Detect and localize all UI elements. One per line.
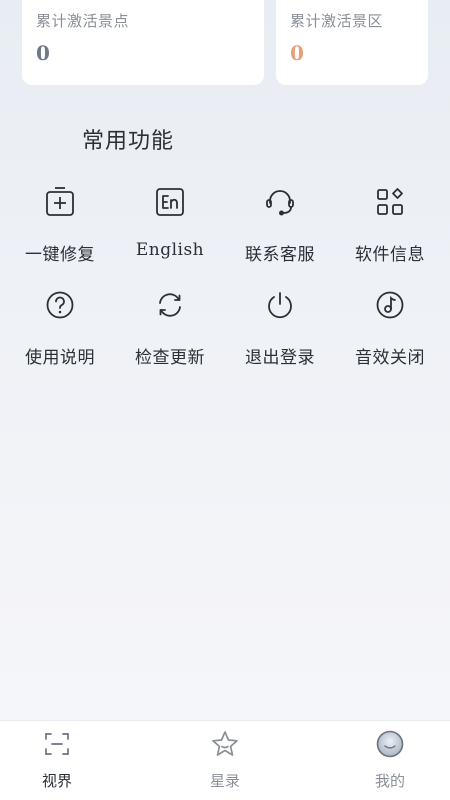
- refresh-icon: [153, 288, 187, 322]
- repair-label: 一键修复: [25, 245, 95, 265]
- activated-spots-label: 累计激活景点: [36, 12, 130, 30]
- software-info-button[interactable]: 软件信息: [335, 185, 445, 275]
- sound-off-button[interactable]: 音效关闭: [335, 288, 445, 378]
- tab-star-record-label: 星录: [209, 772, 240, 790]
- tab-vision[interactable]: 视界: [12, 721, 102, 800]
- scan-icon: [42, 729, 72, 759]
- tab-mine[interactable]: 我的: [345, 721, 435, 800]
- tab-mine-label: 我的: [374, 772, 405, 790]
- english-button[interactable]: English: [115, 185, 225, 275]
- english-label: English: [135, 240, 205, 260]
- check-update-label: 检查更新: [135, 348, 205, 368]
- section-title: 常用功能: [82, 129, 175, 154]
- apps-icon: [373, 185, 407, 219]
- stats-section: 累计激活景点 0 累计激活景区 0: [0, 0, 450, 90]
- tab-vision-label: 视界: [41, 772, 72, 790]
- check-update-button[interactable]: 检查更新: [115, 288, 225, 378]
- activated-areas-value: 0: [290, 41, 304, 65]
- english-icon: [153, 185, 187, 219]
- activated-spots-value: 0: [36, 41, 50, 65]
- bottom-tab-bar: 视界 星录 我的: [0, 720, 450, 800]
- activated-areas-card[interactable]: 累计激活景区 0: [276, 0, 428, 85]
- customer-service-button[interactable]: 联系客服: [225, 185, 335, 275]
- help-label: 使用说明: [25, 348, 95, 368]
- help-button[interactable]: 使用说明: [5, 288, 115, 378]
- repair-icon: [43, 185, 77, 219]
- repair-button[interactable]: 一键修复: [5, 185, 115, 275]
- star-icon: [210, 729, 240, 759]
- sound-off-label: 音效关闭: [355, 348, 425, 368]
- power-icon: [263, 288, 297, 322]
- help-icon: [43, 288, 77, 322]
- avatar-icon: [375, 729, 405, 759]
- customer-service-label: 联系客服: [245, 245, 315, 265]
- software-info-label: 软件信息: [355, 245, 425, 265]
- music-icon: [373, 288, 407, 322]
- logout-button[interactable]: 退出登录: [225, 288, 335, 378]
- headset-icon: [263, 185, 297, 219]
- logout-label: 退出登录: [245, 348, 315, 368]
- activated-areas-label: 累计激活景区: [290, 12, 384, 30]
- tab-star-record[interactable]: 星录: [180, 721, 270, 800]
- activated-spots-card[interactable]: 累计激活景点 0: [22, 0, 264, 85]
